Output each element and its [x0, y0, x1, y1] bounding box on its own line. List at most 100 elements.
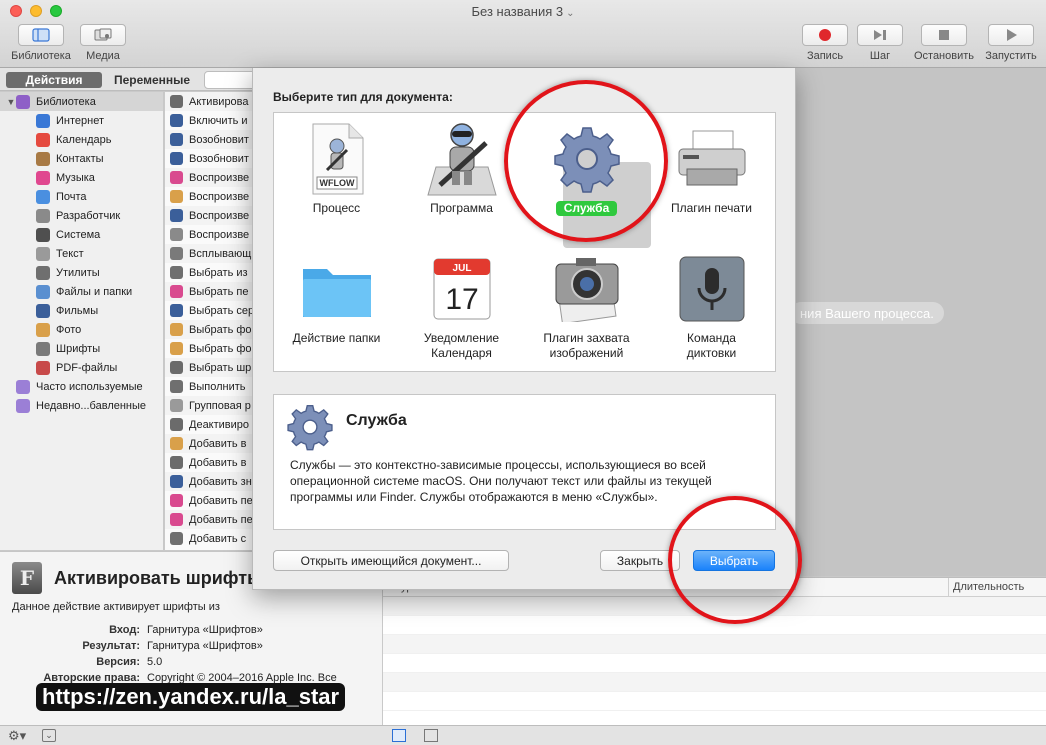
action-label: Добавить зн [189, 475, 252, 488]
action-icon [170, 418, 183, 431]
action-icon [170, 456, 183, 469]
doc-type-label: Команда диктовки [686, 331, 737, 360]
sidebar-item[interactable]: Музыка [0, 168, 163, 187]
play-icon [1007, 29, 1017, 41]
gear-icon[interactable]: ⚙︎▾ [8, 728, 26, 744]
action-icon [170, 171, 183, 184]
folder-icon [300, 251, 374, 327]
stop-label: Остановить [913, 50, 975, 62]
doc-type-print-plugin[interactable]: Плагин печати [649, 121, 774, 216]
sidebar-item[interactable]: Интернет [0, 111, 163, 130]
run-button[interactable] [988, 24, 1034, 46]
action-label: Активирова [189, 95, 249, 108]
window-title[interactable]: Без названия 3 ⌄ [0, 4, 1046, 19]
category-icon [16, 94, 30, 109]
field-key: Версия: [96, 656, 140, 668]
sidebar-item[interactable]: Текст [0, 244, 163, 263]
list-view-icon[interactable] [392, 729, 406, 742]
field-key: Вход: [109, 624, 140, 636]
doc-type-folder-action[interactable]: Действие папки [274, 251, 399, 346]
sidebar-item[interactable]: Шрифты [0, 339, 163, 358]
split-view-icon[interactable] [424, 729, 438, 742]
action-label: Добавить в [189, 456, 247, 469]
action-label: Групповая р [189, 399, 251, 412]
action-icon [170, 513, 183, 526]
library-toggle-button[interactable] [18, 24, 64, 46]
category-icon [36, 113, 50, 128]
doc-type-label: Программа [430, 201, 493, 215]
svg-text:JUL: JUL [452, 263, 471, 274]
doc-type-workflow[interactable]: WFLOW Процесс [274, 121, 399, 216]
category-icon [36, 322, 50, 337]
sidebar-item[interactable]: Файлы и папки [0, 282, 163, 301]
sidebar-item[interactable]: Разработчик [0, 206, 163, 225]
action-icon [170, 266, 183, 279]
sidebar-item[interactable]: Утилиты [0, 263, 163, 282]
action-icon [170, 532, 183, 545]
category-icon [36, 265, 50, 280]
sidebar-item[interactable]: Система [0, 225, 163, 244]
gear-icon [287, 405, 333, 451]
action-icon [170, 228, 183, 241]
library-list: ▼ Библиотека Интернет Календарь Контакты Музы… [0, 92, 164, 550]
sidebar-item[interactable]: Часто используемые [0, 377, 163, 396]
sidebar-item-label: Музыка [56, 171, 95, 184]
action-label: Выбрать шр [189, 361, 252, 374]
sidebar-item[interactable]: Календарь [0, 130, 163, 149]
sidebar-item-label: Фото [56, 323, 82, 336]
font-book-icon: F [12, 562, 42, 594]
library-label: Библиотека [11, 50, 71, 62]
disclosure-triangle-icon[interactable]: ▼ [6, 97, 16, 107]
table-row [383, 673, 1046, 692]
action-icon [170, 190, 183, 203]
media-button[interactable] [80, 24, 126, 46]
category-icon [36, 303, 50, 318]
category-icon [36, 170, 50, 185]
category-icon [36, 151, 50, 166]
doc-type-calendar-alarm[interactable]: JUL 17 Уведомление Календаря [399, 251, 524, 361]
action-label: Добавить пе [189, 494, 253, 507]
sidebar-item[interactable]: ▼ Библиотека [0, 92, 163, 111]
doc-type-image-capture[interactable]: Плагин захвата изображений [524, 251, 649, 361]
action-icon [170, 380, 183, 393]
stop-button[interactable] [921, 24, 967, 46]
action-label: Деактивиро [189, 418, 250, 431]
action-label: Выбрать из [189, 266, 248, 279]
sidebar-item-label: Часто используемые [36, 380, 143, 393]
sidebar-item[interactable]: Почта [0, 187, 163, 206]
sidebar-item[interactable]: Фото [0, 320, 163, 339]
action-icon [170, 304, 183, 317]
svg-text:WFLOW: WFLOW [319, 178, 354, 188]
action-label: Выбрать фо [189, 323, 252, 336]
table-row [383, 635, 1046, 654]
tab-variables[interactable]: Переменные [106, 72, 198, 88]
tab-actions[interactable]: Действия [6, 72, 102, 88]
category-icon [36, 246, 50, 261]
sidebar-item-label: Контакты [56, 152, 104, 165]
record-button[interactable] [802, 24, 848, 46]
microphone-icon [675, 251, 749, 327]
action-label: Воспроизве [189, 190, 250, 203]
printer-icon [675, 121, 749, 197]
duration-column-header[interactable]: Длительность [953, 581, 1024, 593]
table-row [383, 692, 1046, 711]
action-label: Воспроизве [189, 171, 250, 184]
run-label: Запустить [985, 50, 1037, 62]
action-label: Возобновит [189, 133, 249, 146]
sidebar-item[interactable]: Контакты [0, 149, 163, 168]
sidebar-item-label: Календарь [56, 133, 112, 146]
record-label: Запись [806, 50, 844, 62]
annotation-circle-service [504, 80, 668, 242]
sidebar-item[interactable]: Фильмы [0, 301, 163, 320]
annotation-circle-choose [668, 496, 802, 624]
sidebar-item[interactable]: PDF-файлы [0, 358, 163, 377]
doc-type-dictation-command[interactable]: Команда диктовки [649, 251, 774, 361]
category-icon [36, 284, 50, 299]
action-label: Воспроизве [189, 209, 250, 222]
workflow-file-icon: WFLOW [300, 121, 374, 197]
sidebar-item[interactable]: Недавно...бавленные [0, 396, 163, 415]
toggle-description-icon[interactable]: ⌄ [42, 729, 56, 742]
sidebar-icon [32, 28, 50, 42]
step-button[interactable] [857, 24, 903, 46]
open-existing-document-button[interactable]: Открыть имеющийся документ... [273, 550, 509, 571]
